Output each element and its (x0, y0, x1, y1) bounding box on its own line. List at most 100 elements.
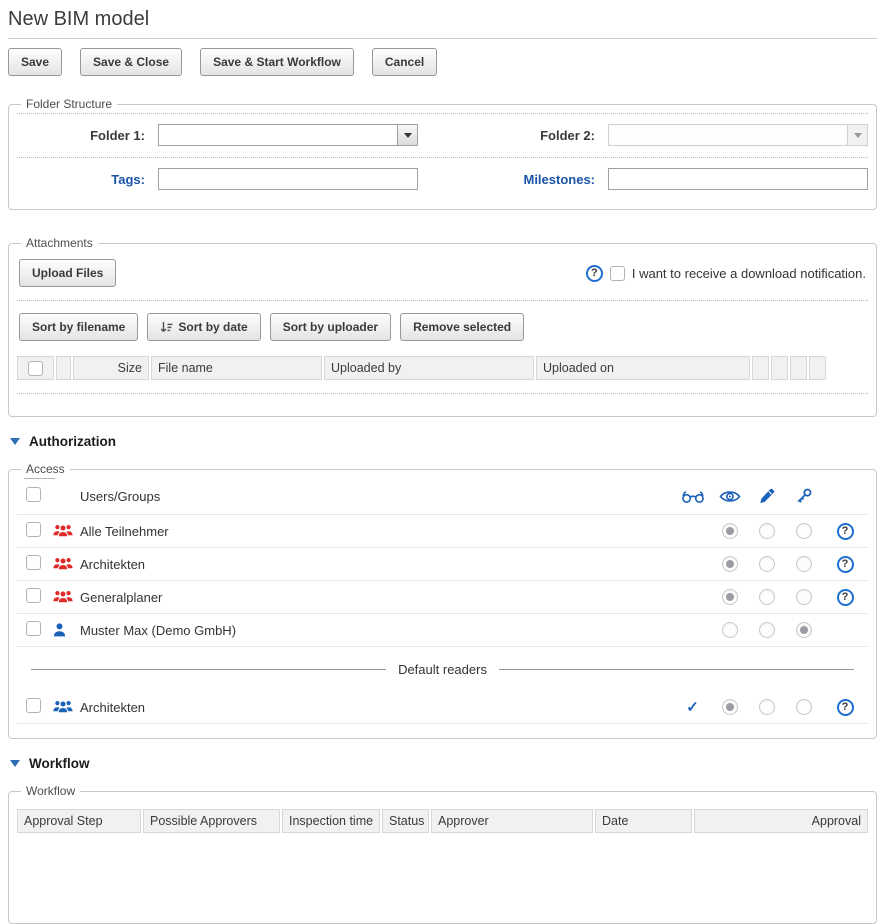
access-row: Alle Teilnehmer (17, 515, 868, 548)
glasses-icon[interactable] (674, 489, 711, 504)
title-bar: New BIM model (8, 6, 877, 39)
edit-radio[interactable] (759, 589, 775, 605)
default-readers-divider: Default readers (31, 662, 854, 677)
edit-radio[interactable] (759, 523, 775, 539)
folder2-combobox (608, 124, 868, 146)
pencil-icon[interactable] (748, 488, 785, 504)
access-header-row: Users/Groups (17, 478, 868, 515)
folder1-combobox[interactable] (158, 124, 418, 146)
user-group-label: Muster Max (Demo GmbH) (80, 623, 674, 638)
approval-column-header: Approval (694, 809, 868, 833)
date-column-header: Date (595, 809, 692, 833)
edit-radio[interactable] (759, 556, 775, 572)
save-start-workflow-button[interactable]: Save & Start Workflow (200, 48, 354, 76)
remove-selected-button[interactable]: Remove selected (400, 313, 524, 341)
access-row: Muster Max (Demo GmbH) (17, 614, 868, 647)
empty-header-cell (752, 356, 769, 380)
help-icon[interactable] (837, 556, 854, 573)
sort-by-uploader-button[interactable]: Sort by uploader (270, 313, 391, 341)
row-checkbox[interactable] (26, 698, 41, 713)
admin-radio[interactable] (796, 589, 812, 605)
attachments-top-row: Upload Files I want to receive a downloa… (17, 252, 868, 300)
attachments-table-header: Size File name Uploaded by Uploaded on (17, 356, 868, 380)
chevron-down-icon (404, 133, 412, 138)
workflow-section-header[interactable]: Workflow (8, 756, 877, 771)
row-checkbox[interactable] (26, 555, 41, 570)
empty-header-cell (790, 356, 807, 380)
folder2-dropdown-button (847, 124, 868, 146)
tags-label: Tags: (17, 172, 145, 187)
help-icon[interactable] (586, 265, 603, 282)
sort-by-date-button[interactable]: Sort by date (147, 313, 260, 341)
access-row: Generalplaner (17, 581, 868, 614)
view-radio[interactable] (722, 556, 738, 572)
admin-radio[interactable] (796, 699, 812, 715)
folder1-label: Folder 1: (17, 128, 145, 143)
help-icon[interactable] (837, 699, 854, 716)
row-checkbox[interactable] (26, 588, 41, 603)
tags-input[interactable] (158, 168, 418, 190)
admin-radio[interactable] (796, 556, 812, 572)
authorization-section-header[interactable]: Authorization (8, 434, 877, 449)
select-all-checkbox[interactable] (28, 361, 43, 376)
sort-buttons-row: Sort by filename Sort by date Sort by up… (17, 301, 868, 354)
user-icon (53, 623, 80, 637)
uploaded-by-column-header[interactable]: Uploaded by (324, 356, 534, 380)
upload-files-button[interactable]: Upload Files (19, 259, 116, 287)
status-column-header: Status (382, 809, 429, 833)
save-close-button[interactable]: Save & Close (80, 48, 182, 76)
eye-icon[interactable] (711, 489, 748, 504)
save-button[interactable]: Save (8, 48, 62, 76)
key-icon[interactable] (785, 488, 822, 504)
folder2-value (608, 124, 847, 146)
help-icon[interactable] (837, 523, 854, 540)
empty-header-cell (771, 356, 788, 380)
row-checkbox[interactable] (26, 621, 41, 636)
collapse-triangle-icon[interactable] (10, 438, 20, 445)
row-checkbox[interactable] (26, 522, 41, 537)
collapse-triangle-icon[interactable] (10, 760, 20, 767)
view-radio[interactable] (722, 589, 738, 605)
folder1-dropdown-button[interactable] (397, 124, 418, 146)
attachments-fieldset: Attachments Upload Files I want to recei… (8, 236, 877, 417)
download-notification-checkbox[interactable] (610, 266, 625, 281)
access-fieldset: Access Users/Groups (8, 462, 877, 739)
users-groups-header: Users/Groups (80, 489, 674, 504)
user-group-label: Generalplaner (80, 590, 674, 605)
filename-column-header[interactable]: File name (151, 356, 322, 380)
workflow-fieldset: Workflow Approval Step Possible Approver… (8, 784, 877, 924)
inspection-time-column-header: Inspection time (282, 809, 380, 833)
milestones-input[interactable] (608, 168, 868, 190)
workflow-table-header: Approval Step Possible Approvers Inspect… (17, 809, 868, 833)
folder2-label: Folder 2: (429, 128, 595, 143)
download-notification-label: I want to receive a download notificatio… (632, 266, 866, 281)
workflow-section-title: Workflow (29, 756, 90, 771)
edit-radio[interactable] (759, 699, 775, 715)
admin-radio[interactable] (796, 622, 812, 638)
folder1-value[interactable] (158, 124, 397, 146)
edit-radio[interactable] (759, 622, 775, 638)
approver-column-header: Approver (431, 809, 593, 833)
tags-row: Tags: Milestones: (17, 157, 868, 201)
chevron-down-icon (854, 133, 862, 138)
sort-by-filename-button[interactable]: Sort by filename (19, 313, 138, 341)
view-radio[interactable] (722, 699, 738, 715)
page-title: New BIM model (8, 8, 877, 31)
milestones-label: Milestones: (429, 172, 595, 187)
view-radio[interactable] (722, 622, 738, 638)
group-icon (53, 557, 80, 571)
user-group-label: Architekten (80, 557, 674, 572)
access-select-all-checkbox[interactable] (26, 487, 41, 502)
folder-structure-legend: Folder Structure (21, 97, 117, 111)
view-radio[interactable] (722, 523, 738, 539)
help-icon[interactable] (837, 589, 854, 606)
uploaded-on-column-header[interactable]: Uploaded on (536, 356, 750, 380)
select-all-header-cell (17, 356, 54, 380)
read-check-icon (686, 698, 699, 716)
admin-radio[interactable] (796, 523, 812, 539)
empty-header-cell (56, 356, 71, 380)
cancel-button[interactable]: Cancel (372, 48, 437, 76)
user-group-label: Architekten (80, 700, 674, 715)
authorization-section-title: Authorization (29, 434, 116, 449)
size-column-header[interactable]: Size (73, 356, 149, 380)
